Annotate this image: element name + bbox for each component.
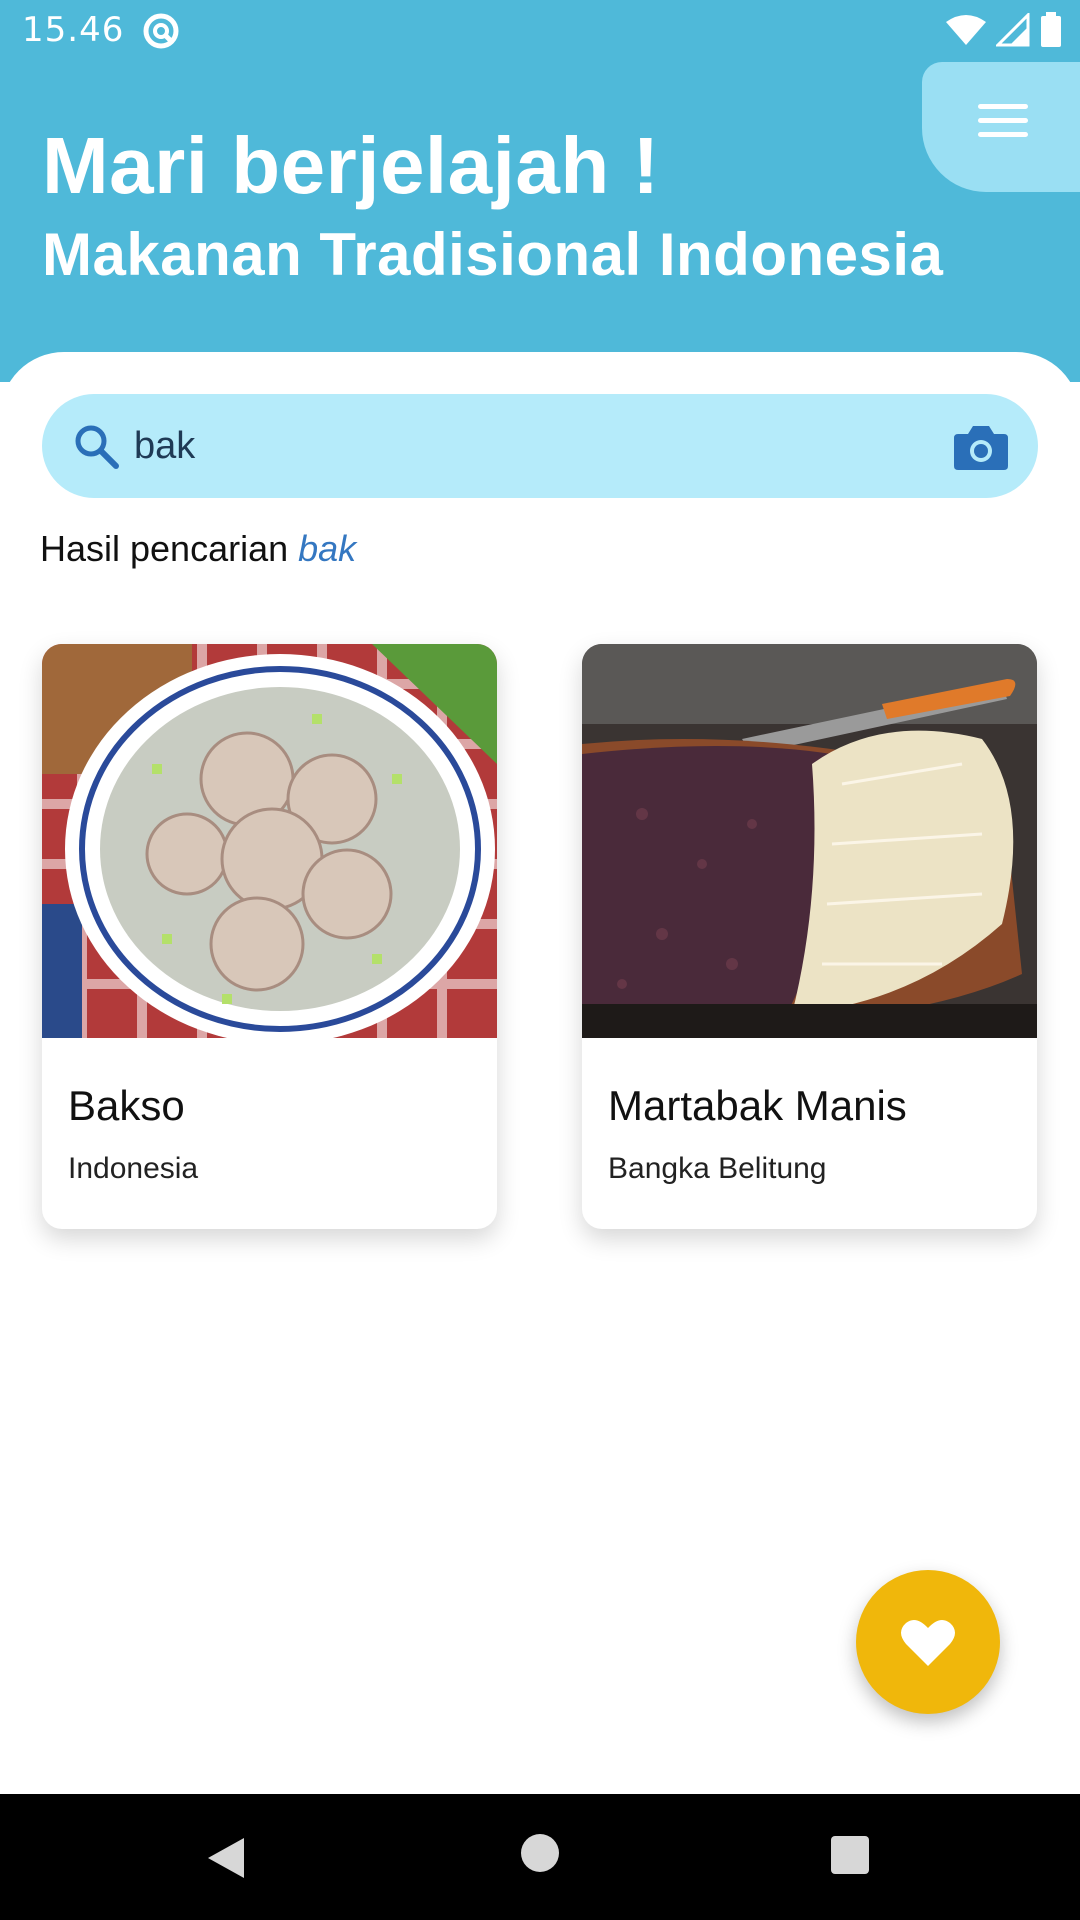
search-result-label: Hasil pencarian bak xyxy=(40,528,356,570)
search-input[interactable] xyxy=(134,416,934,476)
page-title: Mari berjelajah ! xyxy=(42,121,660,210)
app-notification-icon xyxy=(143,13,179,49)
favorites-fab[interactable] xyxy=(856,1570,1000,1714)
card-title: Bakso xyxy=(68,1082,185,1129)
app-screen: 15.46 Mari berjelajah ! Makanan Tradisio… xyxy=(0,0,1080,1920)
home-circle-icon[interactable] xyxy=(521,1834,559,1872)
search-icon[interactable] xyxy=(72,422,120,470)
sweet-martabak-photo xyxy=(582,644,1037,1038)
status-icons xyxy=(946,12,1062,48)
camera-icon[interactable] xyxy=(954,422,1008,470)
page-subtitle: Makanan Tradisional Indonesia xyxy=(42,221,944,288)
battery-icon xyxy=(1041,12,1061,47)
result-query: bak xyxy=(298,528,357,569)
menu-button[interactable] xyxy=(922,62,1080,192)
result-prefix: Hasil pencarian xyxy=(40,528,289,569)
status-time: 15.46 xyxy=(22,10,125,50)
food-card-bakso[interactable]: Bakso Indonesia xyxy=(42,644,497,1229)
cellular-signal-icon xyxy=(996,13,1030,47)
food-card-martabak-manis[interactable]: Martabak Manis Bangka Belitung xyxy=(582,644,1037,1229)
back-triangle-icon[interactable] xyxy=(206,1836,246,1880)
heart-icon xyxy=(901,1619,955,1666)
card-origin: Bangka Belitung xyxy=(608,1152,827,1185)
wifi-icon xyxy=(946,15,986,45)
card-origin: Indonesia xyxy=(68,1152,199,1185)
header: Mari berjelajah ! Makanan Tradisional In… xyxy=(0,62,1080,382)
hamburger-menu-icon xyxy=(978,104,1028,140)
search-bar xyxy=(42,394,1038,498)
status-bar: 15.46 xyxy=(0,0,1080,62)
recents-square-icon[interactable] xyxy=(831,1836,869,1874)
card-title: Martabak Manis xyxy=(608,1082,907,1129)
meatball-soup-photo xyxy=(42,644,497,1044)
system-nav-bar xyxy=(0,1794,1080,1920)
